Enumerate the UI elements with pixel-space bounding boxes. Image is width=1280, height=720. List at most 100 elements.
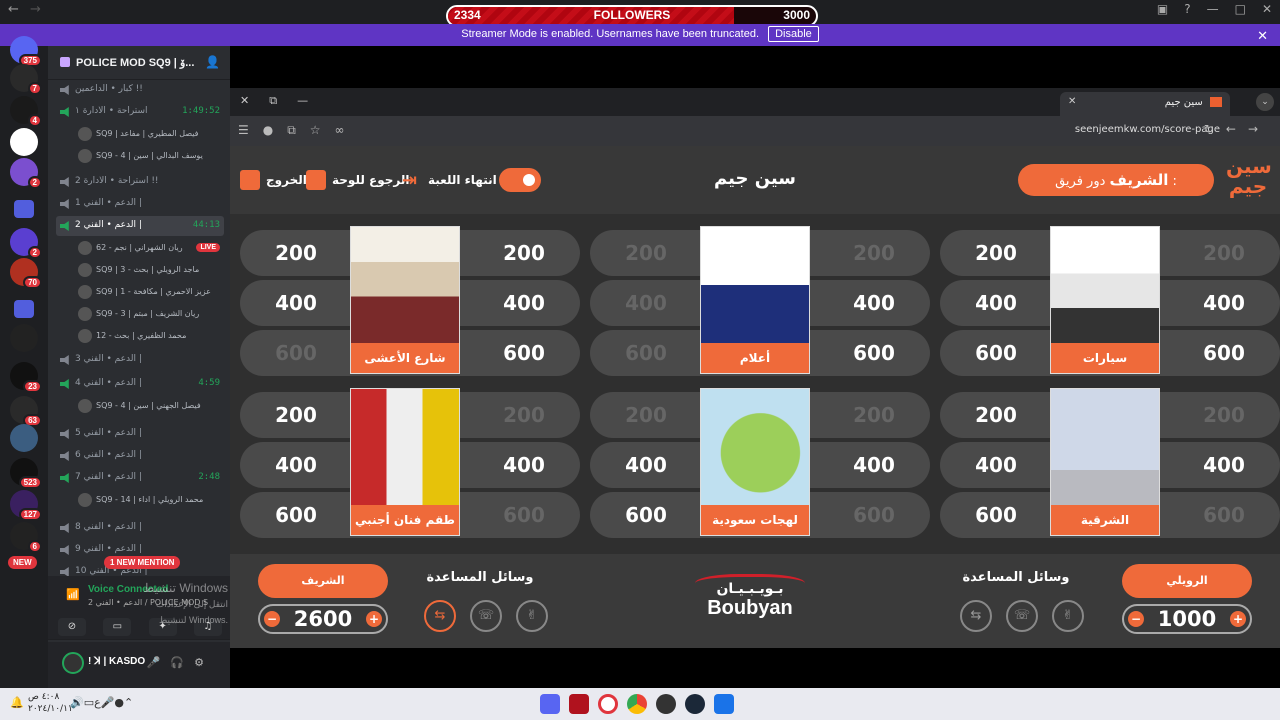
voice-user[interactable]: SQ9 | 1 - عزيز الاحمري | مكافحة xyxy=(78,282,224,302)
minimize-icon[interactable]: — xyxy=(1207,2,1219,16)
server-icon[interactable]: 23 xyxy=(10,362,42,393)
discord-home-icon[interactable]: 375 xyxy=(10,36,42,67)
question-value-left[interactable]: 600 xyxy=(956,492,1036,538)
nav-buttons[interactable]: ↻←→ xyxy=(1204,122,1270,136)
steam-icon[interactable] xyxy=(685,694,705,714)
notification-icon[interactable]: 🔔 xyxy=(10,696,24,709)
folder-icon[interactable] xyxy=(14,300,34,318)
discord-app-icon[interactable] xyxy=(540,694,560,714)
plus-icon[interactable]: + xyxy=(1230,611,1246,627)
back-arrow-icon[interactable]: ← xyxy=(8,2,19,17)
question-value-left[interactable]: 400 xyxy=(256,280,336,326)
address-bar[interactable]: seenjeemkw.com/score-page xyxy=(1075,124,1220,135)
server-header[interactable]: POLICE MOD SQ9 | ۆ... 👤 xyxy=(48,46,230,80)
channel-item[interactable]: الدعم • الفني 1 | xyxy=(56,194,224,214)
channel-item[interactable]: الدعم • الفني 3 | xyxy=(56,350,224,370)
chevron-up-icon[interactable]: ⌃ xyxy=(124,696,133,709)
mic-icon[interactable]: 🎤 xyxy=(147,656,171,669)
window-buttons[interactable]: ✕⧉— xyxy=(240,94,328,108)
server-icon[interactable] xyxy=(10,128,38,156)
question-value-right[interactable]: 400 xyxy=(1184,280,1264,326)
volume-icon[interactable]: 🔊 xyxy=(70,696,84,709)
question-value-left[interactable]: 200 xyxy=(256,230,336,276)
voice-user[interactable]: SQ9 | 3 - ماجد الرويلي | بحث xyxy=(78,260,224,280)
question-value-right[interactable]: 600 xyxy=(1184,330,1264,376)
disable-button[interactable]: Disable xyxy=(768,26,819,42)
question-value-left[interactable]: 600 xyxy=(256,492,336,538)
phone-icon[interactable]: ☏ xyxy=(1006,600,1038,632)
voice-user[interactable]: 12 - محمد الظفيري | بحث xyxy=(78,326,224,346)
avatar[interactable] xyxy=(62,652,84,674)
server-icon[interactable]: 70 xyxy=(10,258,42,289)
channel-item[interactable]: الدعم • الفني 8 | xyxy=(56,518,224,538)
question-value-left[interactable]: 600 xyxy=(606,492,686,538)
channel-item[interactable]: الدعم • الفني 5 | xyxy=(56,424,224,444)
server-icon[interactable]: 63 xyxy=(10,396,42,427)
server-icon[interactable]: 127 xyxy=(10,490,42,521)
exit-button[interactable]: الخروج xyxy=(240,170,307,190)
voice-user[interactable]: SQ9 - 14 | محمد الرويلي | اداء xyxy=(78,490,224,510)
close-icon[interactable]: ✕ xyxy=(1068,96,1076,107)
victory-hand-icon[interactable]: ✌ xyxy=(1052,600,1084,632)
question-value-left[interactable]: 400 xyxy=(956,280,1036,326)
question-value-right[interactable]: 400 xyxy=(834,280,914,326)
end-game-button[interactable]: ⇥ انتهاء اللعبة xyxy=(402,170,497,191)
voice-user[interactable]: SQ9 - 4 | فيصل الجهني | سين xyxy=(78,396,224,416)
team-name[interactable]: الرويلي xyxy=(1122,564,1252,598)
new-pill[interactable]: NEW xyxy=(8,556,37,569)
headphones-icon[interactable]: 🎧 xyxy=(170,656,194,669)
question-value-right[interactable]: 400 xyxy=(484,442,564,488)
back-to-board-button[interactable]: الرجوع للوحة xyxy=(306,170,409,190)
question-value-right[interactable]: 400 xyxy=(834,442,914,488)
channel-item[interactable]: الدعم • الفني 6 | xyxy=(56,446,224,466)
question-value-left[interactable]: 200 xyxy=(956,392,1036,438)
server-icon[interactable]: 2 xyxy=(10,228,42,259)
browser-tab[interactable]: ✕ سين جيم xyxy=(1060,92,1230,116)
clock[interactable]: ٤:٠٨ ص ٢٠٢٤/١٠/١١ xyxy=(28,691,73,715)
call-friend-icon[interactable]: ⇆ xyxy=(960,600,992,632)
server-icon[interactable] xyxy=(10,424,38,452)
windows-start-icon[interactable] xyxy=(714,694,734,714)
channel-item[interactable]: الدعم • الفني 7 | 2:48 xyxy=(56,468,224,488)
folder-icon[interactable] xyxy=(14,200,34,218)
forward-arrow-icon[interactable]: → xyxy=(30,2,41,17)
plus-icon[interactable]: + xyxy=(366,611,382,627)
phone-icon[interactable]: ☏ xyxy=(470,600,502,632)
channel-item[interactable]: استراحة • الادارة 2 !! xyxy=(56,172,224,192)
question-value-left[interactable]: 400 xyxy=(256,442,336,488)
question-value-right[interactable]: 600 xyxy=(484,330,564,376)
call-friend-icon[interactable]: ⇆ xyxy=(424,600,456,632)
voice-user[interactable]: SQ9 | فيصل المطيري | مفاعد xyxy=(78,124,224,144)
channel-item[interactable]: كبار • الداعمين !! xyxy=(56,80,224,100)
user-name[interactable]: ! ꓘ | KASDO xyxy=(88,656,145,667)
victory-hand-icon[interactable]: ✌ xyxy=(516,600,548,632)
question-value-right[interactable]: 400 xyxy=(1184,442,1264,488)
record-icon[interactable]: ● xyxy=(114,696,124,709)
server-icon[interactable]: 2 xyxy=(10,158,42,189)
chrome-icon[interactable] xyxy=(627,694,647,714)
question-value-left[interactable]: 600 xyxy=(956,330,1036,376)
settings-toggle[interactable] xyxy=(499,168,541,192)
question-value-right[interactable]: 200 xyxy=(484,230,564,276)
voice-user[interactable]: 62 - ريان الشهراني | نجم LIVE xyxy=(78,238,224,258)
server-icon[interactable]: 7 xyxy=(10,64,42,95)
tab-search-icon[interactable]: ⌄ xyxy=(1256,93,1274,111)
maximize-icon[interactable]: □ xyxy=(1235,2,1246,16)
channel-item[interactable]: الدعم • الفني 4 | 4:59 xyxy=(56,374,224,394)
voice-user[interactable]: SQ9 - 3 | ريان الشريف | مبتم xyxy=(78,304,224,324)
channel-item[interactable]: استراحة • الادارة ١ 1:49:52 xyxy=(56,102,224,122)
question-value-left[interactable]: 400 xyxy=(606,442,686,488)
question-value-left[interactable]: 200 xyxy=(956,230,1036,276)
gear-icon[interactable]: ⚙ xyxy=(194,656,214,669)
close-icon[interactable]: ✕ xyxy=(1257,26,1268,46)
opera-icon[interactable] xyxy=(598,694,618,714)
voice-user[interactable]: SQ9 - 4 | يوسف البدالي | سين xyxy=(78,146,224,166)
channel-item[interactable]: الدعم • الفني 2 | 44:13 xyxy=(56,216,224,236)
obs-icon[interactable] xyxy=(656,694,676,714)
network-icon[interactable]: ▭ xyxy=(84,696,94,709)
add-user-icon[interactable]: 👤 xyxy=(205,55,220,69)
server-icon[interactable] xyxy=(10,324,38,352)
team-name[interactable]: الشريف xyxy=(258,564,388,598)
help-icon[interactable]: ? xyxy=(1184,2,1190,16)
question-value-right[interactable]: 400 xyxy=(484,280,564,326)
